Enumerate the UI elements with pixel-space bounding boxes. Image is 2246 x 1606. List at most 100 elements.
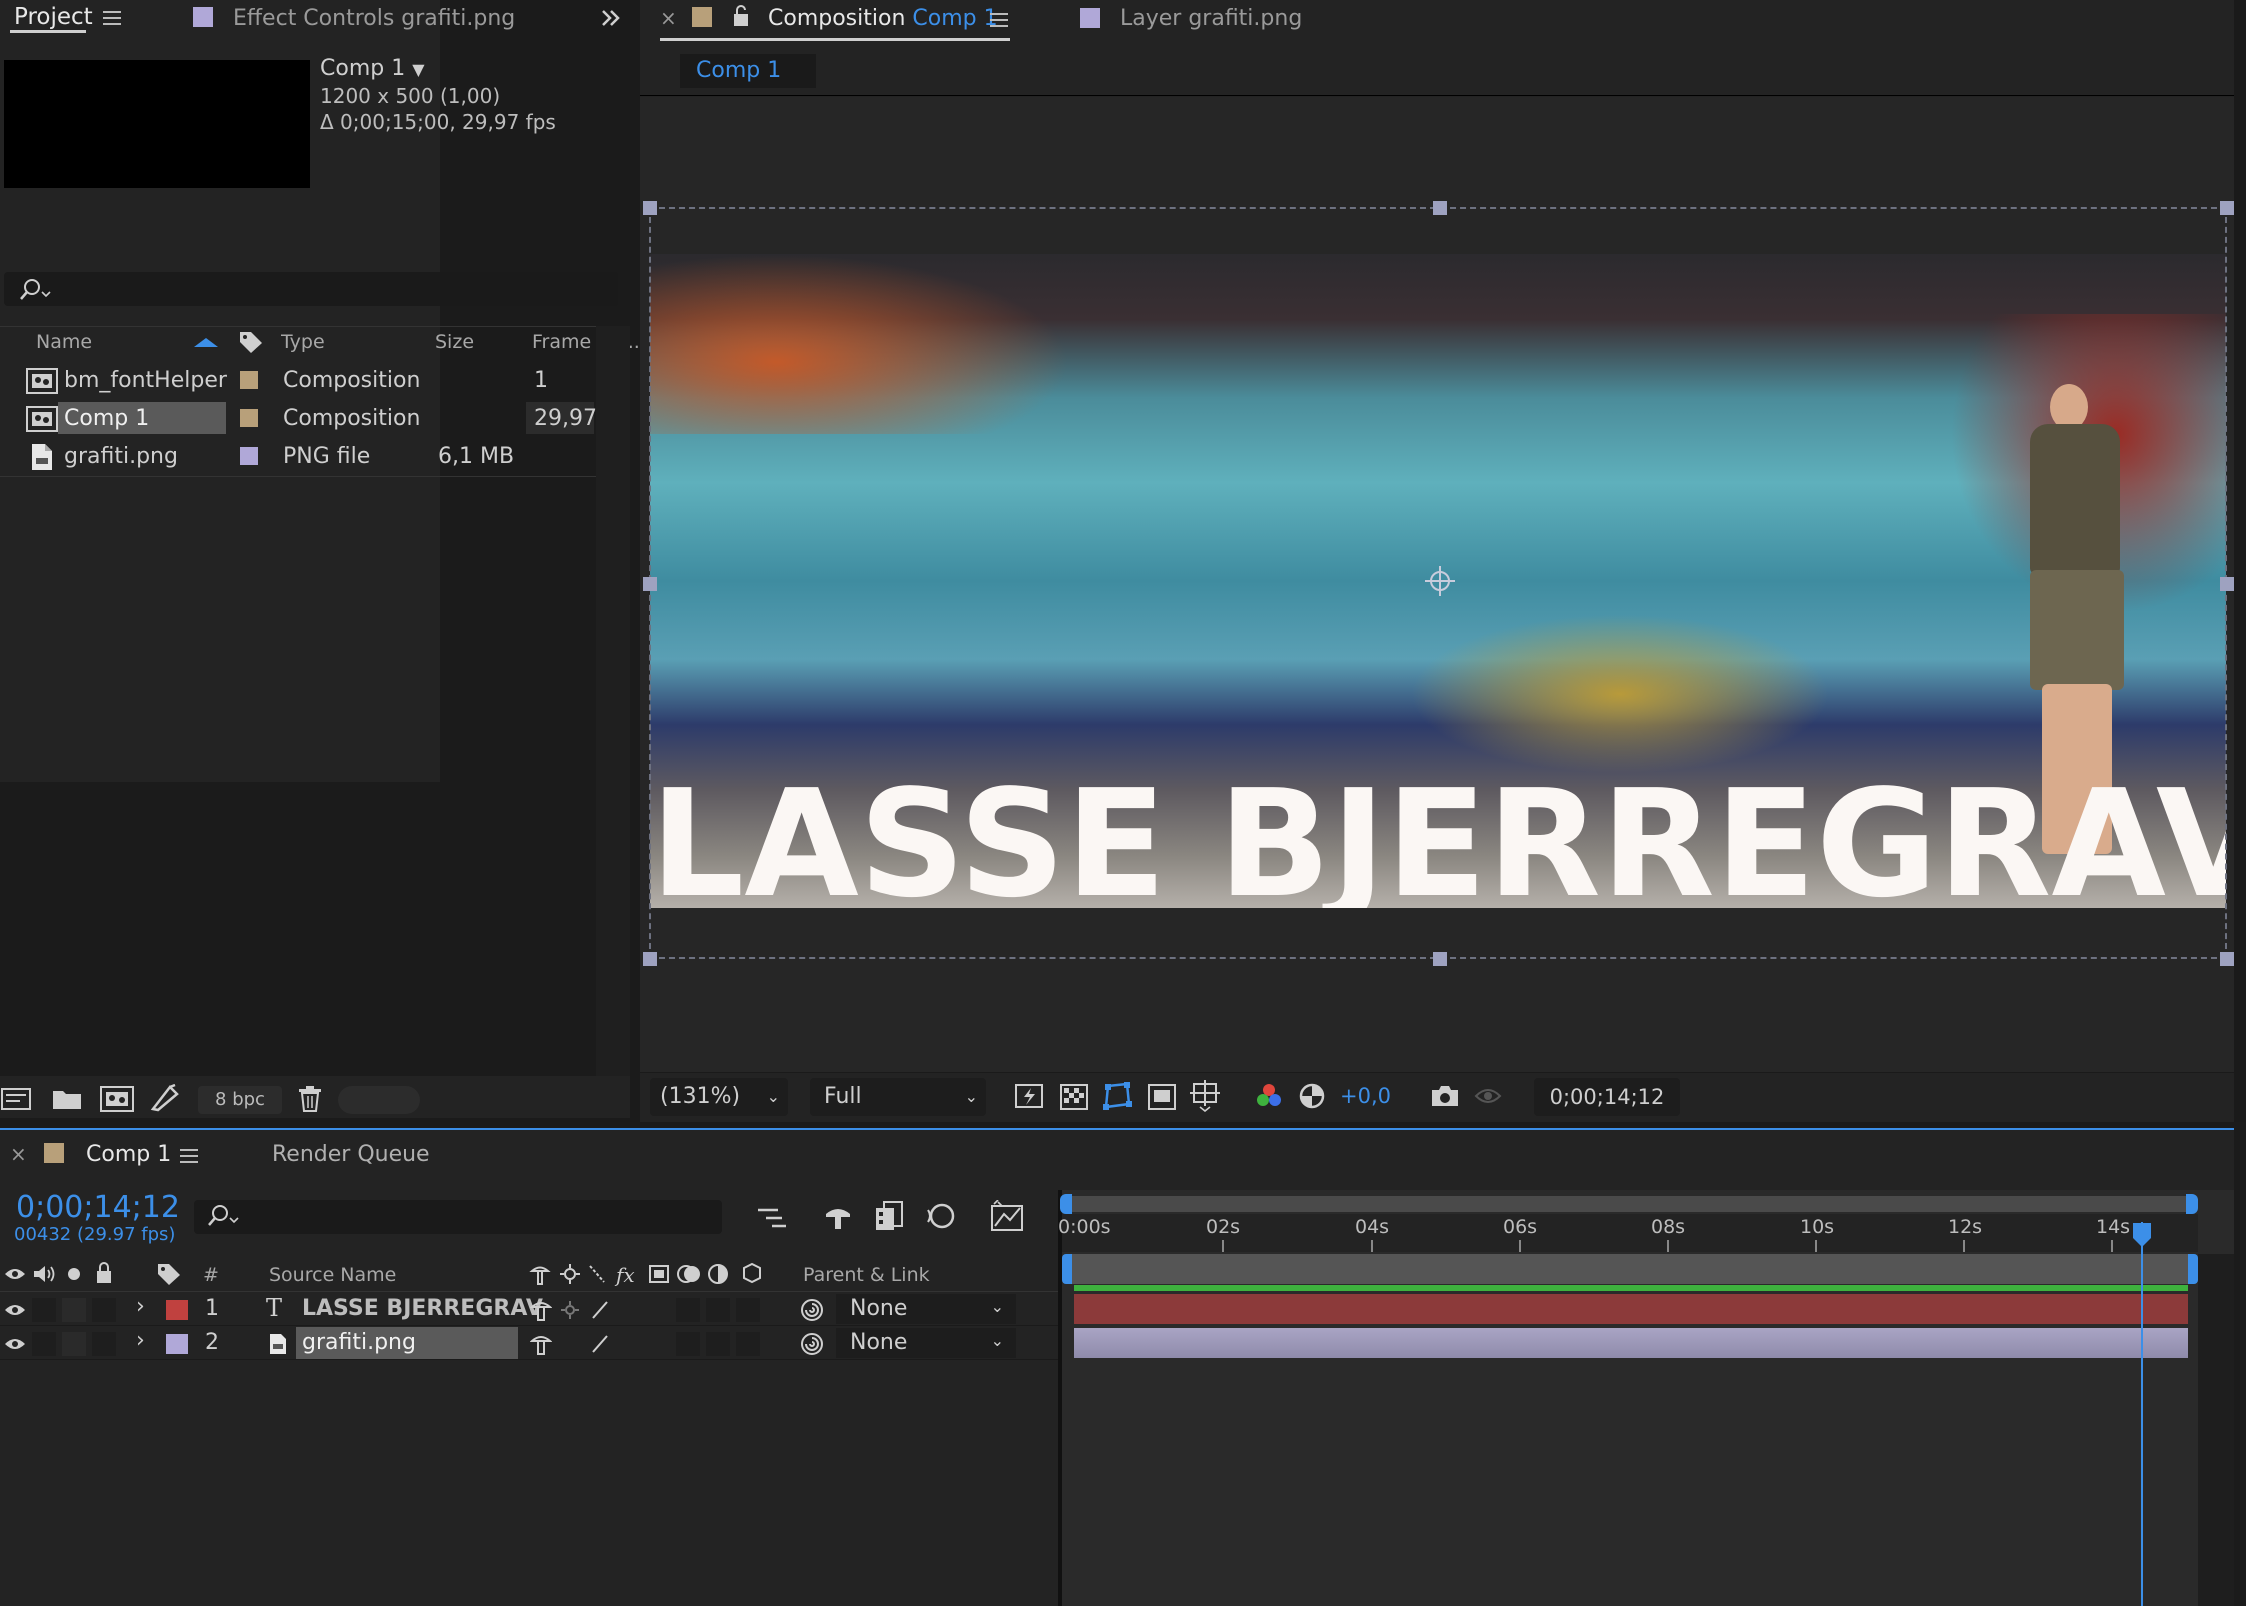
double-chevron-right-icon[interactable] [600,9,622,27]
effect-toggle[interactable] [676,1298,700,1322]
lock-toggle[interactable] [92,1298,116,1322]
transform-handle-bl[interactable] [643,952,657,966]
label-swatch[interactable] [240,447,258,465]
search-icon[interactable] [206,1204,240,1228]
column-size[interactable]: Size [435,331,474,353]
layer-name[interactable]: grafiti.png [302,1330,416,1355]
grid-guides-icon[interactable] [1190,1080,1220,1112]
work-area-start-handle[interactable] [1062,1254,1072,1284]
work-area-bar[interactable] [1066,1254,2194,1284]
shy-layers-icon[interactable] [822,1202,854,1232]
audio-toggle[interactable] [32,1298,56,1322]
lock-header-icon[interactable] [94,1262,114,1284]
pick-whip-icon[interactable] [800,1332,824,1356]
project-item-grafiti-png[interactable]: grafiti.png PNG file 6,1 MB [0,438,596,476]
timeline-search-input[interactable] [194,1200,722,1234]
motion-blur-toggle[interactable] [706,1298,730,1322]
time-navigator-bar[interactable] [1064,1196,2196,1212]
hamburger-menu-icon[interactable] [103,10,121,26]
transform-handle-tr[interactable] [2220,201,2234,215]
label-tag-header-icon[interactable] [156,1262,182,1286]
audio-toggle[interactable] [32,1332,56,1356]
fast-previews-icon[interactable] [1014,1082,1044,1110]
adjustment-toggle[interactable] [736,1332,760,1356]
shy-switch-icon[interactable] [530,1332,552,1356]
reset-exposure-icon[interactable] [1298,1082,1326,1110]
layer-label-swatch[interactable] [166,1334,188,1354]
expand-chevron-icon[interactable]: › [136,1328,145,1353]
transparency-grid-icon[interactable] [1060,1084,1088,1110]
hamburger-menu-icon[interactable] [990,12,1008,28]
close-tab-icon[interactable]: × [660,6,677,30]
tab-project[interactable]: Project [14,4,93,30]
effect-toggle[interactable] [676,1332,700,1356]
transform-handle-bc[interactable] [1433,952,1447,966]
lock-toggle[interactable] [92,1332,116,1356]
column-parent-link[interactable]: Parent & Link [803,1264,930,1286]
layer-name[interactable]: LASSE BJERREGRAV [302,1296,543,1321]
parent-select[interactable]: None ⌄ [836,1328,1016,1358]
solo-dot-header-icon[interactable] [66,1266,82,1282]
transform-handle-tl[interactable] [643,201,657,215]
layer-row[interactable]: › 1 T LASSE BJERREGRAV None ⌄ [0,1292,1060,1326]
visibility-eye-icon[interactable] [4,1336,26,1352]
parent-select[interactable]: None ⌄ [836,1294,1016,1324]
motion-blur-icon[interactable] [924,1202,956,1230]
transform-handle-mr[interactable] [2220,577,2234,591]
label-swatch[interactable] [240,409,258,427]
video-eye-header-icon[interactable] [4,1266,26,1282]
column-source-name[interactable]: Source Name [269,1264,396,1286]
frame-blending-icon[interactable] [874,1200,904,1232]
expand-chevron-icon[interactable]: › [136,1294,145,1319]
layer-2-duration-bar[interactable] [1074,1328,2188,1358]
visibility-eye-icon[interactable] [4,1302,26,1318]
pick-whip-icon[interactable] [800,1298,824,1322]
resolution-select[interactable]: Full ⌄ [810,1078,986,1116]
breadcrumb[interactable]: Comp 1 [680,54,816,88]
tab-layer[interactable]: Layer grafiti.png [1120,6,1302,31]
mask-visibility-icon[interactable] [1102,1082,1132,1110]
label-swatch[interactable] [240,371,258,389]
layer-label-swatch[interactable] [166,1300,188,1320]
preview-dropdown-icon[interactable]: ▼ [412,60,424,79]
show-snapshot-icon[interactable] [1474,1082,1502,1110]
column-type[interactable]: Type [281,331,325,353]
time-navigator-end-handle[interactable] [2186,1194,2198,1214]
solo-toggle[interactable] [62,1332,86,1356]
new-composition-icon[interactable] [100,1086,134,1112]
time-graph[interactable] [1062,1190,2234,1606]
layer-switches-header-icons[interactable]: fx [528,1262,764,1286]
hamburger-menu-icon[interactable] [180,1148,198,1164]
quality-switch-icon[interactable] [590,1300,610,1320]
solo-toggle[interactable] [62,1298,86,1322]
layer-row[interactable]: › 2 grafiti.png None ⌄ [0,1326,1060,1360]
transform-handle-br[interactable] [2220,952,2234,966]
tab-render-queue[interactable]: Render Queue [272,1142,430,1167]
adjustment-toggle[interactable] [736,1298,760,1322]
project-scroll-gutter[interactable] [596,326,630,1082]
project-search-input[interactable] [4,272,618,306]
bpc-button[interactable]: 8 bpc [198,1086,282,1114]
viewer-timecode[interactable]: 0;00;14;12 [1534,1078,1680,1116]
anchor-point-icon[interactable] [1425,566,1455,596]
transform-handle-ml[interactable] [643,577,657,591]
new-folder-icon[interactable] [52,1088,82,1110]
trash-icon[interactable] [298,1086,322,1112]
work-area-end-handle[interactable] [2188,1254,2198,1284]
zoom-select[interactable]: (131%) ⌄ [650,1078,788,1116]
composition-flowchart-icon[interactable] [756,1204,788,1230]
project-item-bm-fonthelper[interactable]: bm_fontHelper Composition 1 [0,362,596,400]
time-navigator-start-handle[interactable] [1060,1194,1072,1214]
region-of-interest-icon[interactable] [1148,1084,1176,1110]
column-name[interactable]: Name [36,331,92,353]
adobe-media-encoder-icon[interactable] [150,1084,180,1112]
tab-composition[interactable]: Composition Comp 1 [768,6,998,31]
motion-blur-toggle[interactable] [706,1332,730,1356]
transform-handle-tc[interactable] [1433,201,1447,215]
interpret-footage-icon[interactable] [0,1086,32,1112]
tab-effect-controls[interactable]: Effect Controls grafiti.png [233,6,515,31]
thumbnail-slider[interactable] [338,1086,420,1114]
label-tag-icon[interactable] [238,330,264,354]
layer-1-duration-bar[interactable] [1074,1294,2188,1324]
project-item-comp-1[interactable]: Comp 1 Composition 29,97 [0,400,597,438]
